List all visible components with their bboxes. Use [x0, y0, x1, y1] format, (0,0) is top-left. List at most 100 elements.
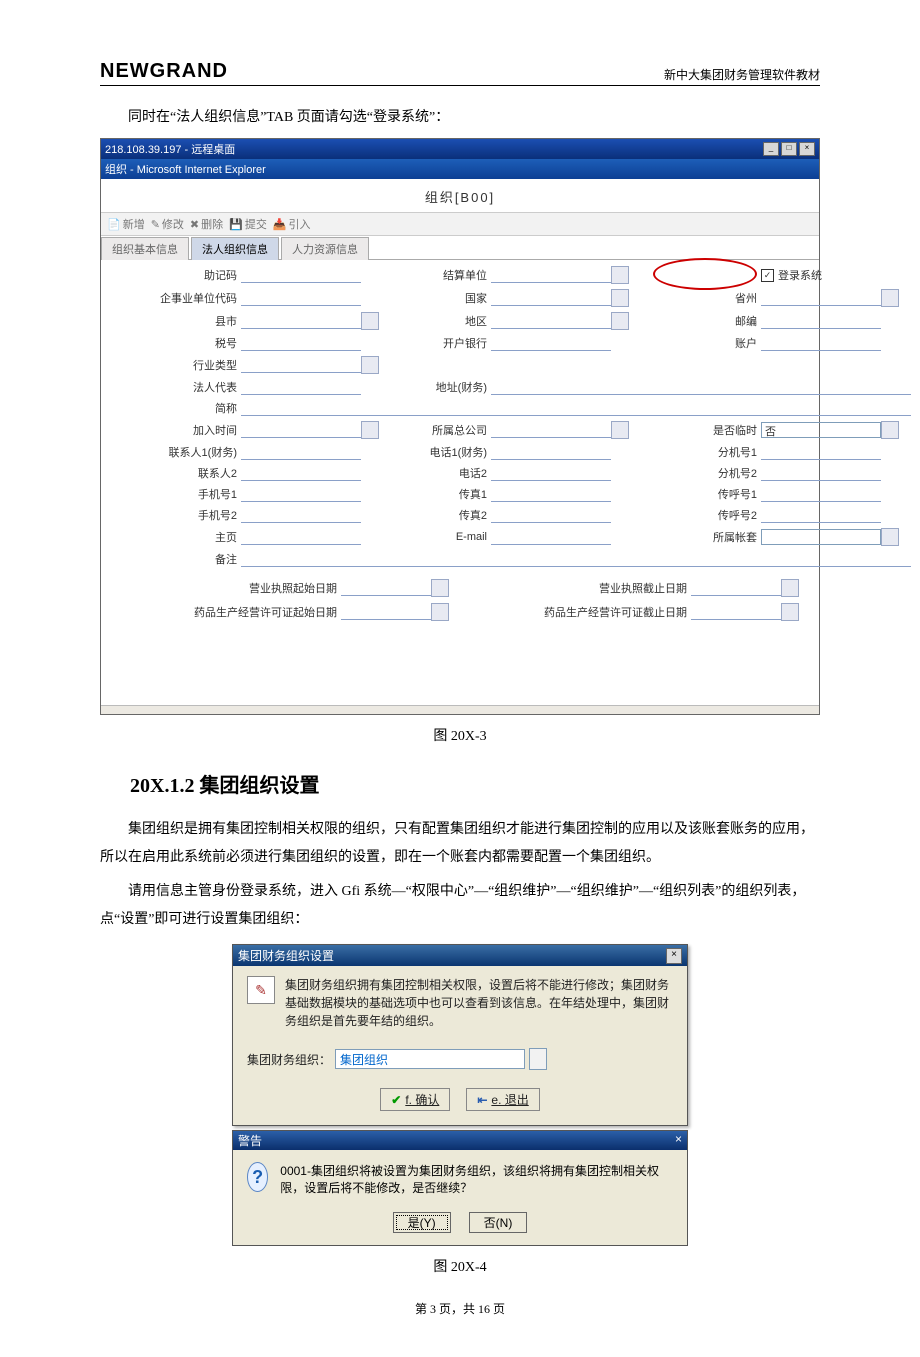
lbl-gj: 国家: [401, 290, 491, 306]
calendar-icon[interactable]: [431, 579, 449, 597]
chevron-down-icon[interactable]: [529, 1048, 547, 1070]
lbl-jc: 简称: [111, 400, 241, 416]
maximize-icon[interactable]: □: [781, 142, 797, 156]
lbl-jsdw: 结算单位: [401, 267, 491, 283]
lbl-zjm: 助记码: [111, 267, 241, 283]
screenshot-group-setting: 集团财务组织设置 × ✎ 集团财务组织拥有集团控制相关权限，设置后将不能进行修改…: [232, 944, 688, 1246]
page-heading: 组织[B00]: [101, 179, 819, 212]
exit-button[interactable]: ⇤e. 退出: [466, 1088, 539, 1111]
tab-basic-info[interactable]: 组织基本信息: [101, 237, 189, 260]
lbl-chh2: 传呼号2: [651, 507, 761, 523]
chevron-down-icon[interactable]: [881, 421, 899, 439]
confirm-button[interactable]: ✔f. 确认: [380, 1088, 450, 1111]
calendar-icon[interactable]: [431, 603, 449, 621]
screenshot-org-form: 218.108.39.197 - 远程桌面 _ □ × 组织 - Microso…: [100, 138, 820, 715]
picker-icon[interactable]: [881, 289, 899, 307]
btn-delete[interactable]: ✖删除: [190, 216, 223, 232]
lbl-sjh2: 手机号2: [111, 507, 241, 523]
lbl-dzcw: 地址(财务): [401, 379, 491, 395]
tab-legal-info[interactable]: 法人组织信息: [191, 237, 279, 260]
select-label: 集团财务组织：: [247, 1051, 331, 1068]
picker-icon[interactable]: [611, 312, 629, 330]
lbl-bz: 备注: [111, 551, 241, 567]
horizontal-scrollbar[interactable]: [101, 705, 819, 714]
figure-caption-2: 图 20X-4: [100, 1256, 820, 1276]
lbl-lxr1: 联系人1(财务): [111, 444, 241, 460]
lbl-dq: 地区: [401, 313, 491, 329]
intro-paragraph: 同时在“法人组织信息”TAB 页面请勾选“登录系统”：: [100, 104, 820, 132]
tab-hr-info[interactable]: 人力资源信息: [281, 237, 369, 260]
minimize-icon[interactable]: _: [763, 142, 779, 156]
lbl-jrsj: 加入时间: [111, 422, 241, 438]
section-heading: 20X.1.2 集团组织设置: [100, 769, 820, 798]
body-para-1: 集团组织是拥有集团控制相关权限的组织，只有配置集团组织才能进行集团控制的应用以及…: [100, 816, 820, 872]
picker-icon[interactable]: [361, 356, 379, 374]
dialog-title: 集团财务组织设置: [238, 947, 334, 964]
lbl-lxr2: 联系人2: [111, 465, 241, 481]
lbl-sfls: 是否临时: [651, 422, 761, 438]
inp-zjm[interactable]: [241, 268, 361, 283]
calendar-icon[interactable]: [781, 579, 799, 597]
lbl-qydw: 企事业单位代码: [111, 290, 241, 306]
question-icon: ?: [247, 1162, 268, 1192]
pencil-icon: ✎: [247, 976, 275, 1004]
no-button[interactable]: 否(N): [469, 1212, 528, 1233]
close-icon[interactable]: ×: [799, 142, 815, 156]
lbl-cz1: 传真1: [401, 486, 491, 502]
lbl-zy: 主页: [111, 529, 241, 545]
close-icon[interactable]: ×: [666, 948, 682, 964]
lbl-dh1: 电话1(财务): [401, 444, 491, 460]
lbl-dlxt: 登录系统: [778, 267, 822, 283]
lbl-sszgs: 所属总公司: [401, 422, 491, 438]
yes-button[interactable]: 是(Y): [393, 1212, 451, 1233]
lbl-xs: 县市: [111, 313, 241, 329]
btn-edit[interactable]: ✎修改: [151, 216, 184, 232]
picker-icon[interactable]: [361, 312, 379, 330]
picker-icon[interactable]: [611, 421, 629, 439]
lbl-cz2: 传真2: [401, 507, 491, 523]
inp-jsdw[interactable]: [491, 268, 611, 283]
chk-login-system[interactable]: ✓: [761, 269, 774, 282]
chevron-down-icon[interactable]: [881, 528, 899, 546]
dialog-message: 集团财务组织拥有集团控制相关权限，设置后将不能进行修改；集团财务基础数据模块的基…: [285, 976, 673, 1030]
calendar-icon[interactable]: [361, 421, 379, 439]
body-para-2: 请用信息主管身份登录系统，进入 Gfi 系统—“权限中心”—“组织维护”—“组织…: [100, 878, 820, 934]
lbl-fj1: 分机号1: [651, 444, 761, 460]
lbl-frdb: 法人代表: [111, 379, 241, 395]
dialog-warning: 警告 × ? 0001-集团组织将被设置为集团财务组织，该组织将拥有集团控制相关…: [232, 1130, 688, 1246]
picker-icon[interactable]: [611, 289, 629, 307]
btn-import[interactable]: 📥引入: [273, 216, 311, 232]
toolbar: 📄新增 ✎修改 ✖删除 💾提交 📥引入: [101, 212, 819, 236]
close-icon[interactable]: ×: [675, 1132, 682, 1149]
dialog-group-finance: 集团财务组织设置 × ✎ 集团财务组织拥有集团控制相关权限，设置后将不能进行修改…: [232, 944, 688, 1126]
btn-new[interactable]: 📄新增: [107, 216, 145, 232]
lbl-ypxkjz: 药品生产经营许可证截止日期: [461, 604, 691, 620]
lbl-chh1: 传呼号1: [651, 486, 761, 502]
warning-title: 警告: [238, 1132, 262, 1149]
lbl-sjh1: 手机号1: [111, 486, 241, 502]
btn-submit[interactable]: 💾提交: [229, 216, 267, 232]
lbl-ypxkqs: 药品生产经营许可证起始日期: [111, 604, 341, 620]
calendar-icon[interactable]: [781, 603, 799, 621]
warning-message: 0001-集团组织将被设置为集团财务组织，该组织将拥有集团控制相关权限，设置后将…: [280, 1162, 673, 1196]
rdp-title-text: 218.108.39.197 - 远程桌面: [105, 141, 235, 157]
lbl-yb: 邮编: [651, 313, 761, 329]
lbl-fj2: 分机号2: [651, 465, 761, 481]
lbl-sz: 省州: [651, 290, 761, 306]
lbl-zh: 账户: [651, 335, 761, 351]
sel-sfls[interactable]: 否: [761, 422, 881, 438]
page-footer: 第 3 页，共 16 页: [100, 1300, 820, 1317]
brand-logo: NEWGRAND: [100, 60, 228, 83]
lbl-yyzzqs: 营业执照起始日期: [111, 580, 341, 596]
group-org-select[interactable]: [335, 1049, 525, 1069]
doc-title: 新中大集团财务管理软件教材: [664, 66, 820, 83]
ie-titlebar: 组织 - Microsoft Internet Explorer: [101, 159, 819, 179]
picker-icon[interactable]: [611, 266, 629, 284]
rdp-titlebar: 218.108.39.197 - 远程桌面 _ □ ×: [101, 139, 819, 159]
lbl-sh: 税号: [111, 335, 241, 351]
lbl-dh2: 电话2: [401, 465, 491, 481]
ie-title-text: 组织 - Microsoft Internet Explorer: [105, 161, 266, 177]
lbl-khyh: 开户银行: [401, 335, 491, 351]
lbl-hylx: 行业类型: [111, 357, 241, 373]
lbl-sszt: 所属帐套: [651, 529, 761, 545]
